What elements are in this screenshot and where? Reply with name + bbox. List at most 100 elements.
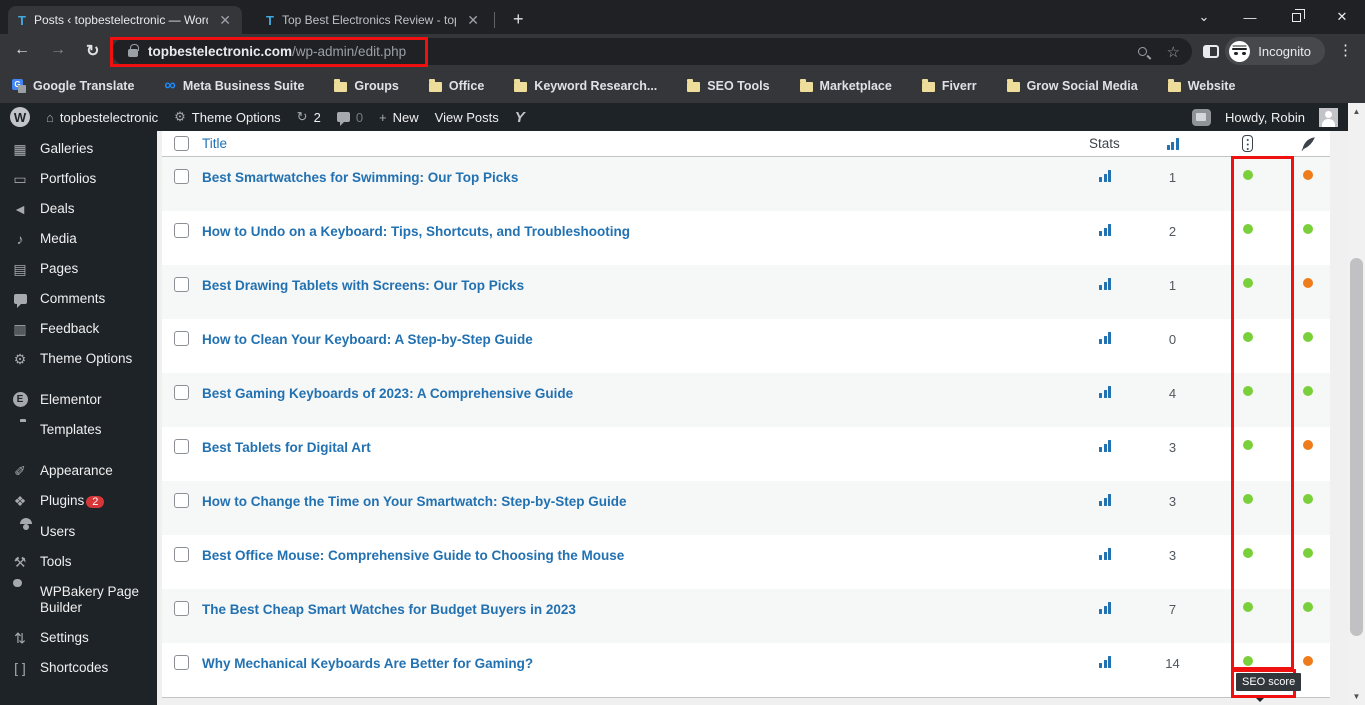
select-all-checkbox[interactable] (174, 136, 189, 151)
sidebar-item-label: Elementor (40, 392, 102, 407)
column-header-readability[interactable] (1285, 136, 1330, 152)
stats-cell[interactable] (1075, 373, 1135, 427)
post-title-link[interactable]: How to Clean Your Keyboard: A Step-by-St… (202, 319, 1075, 373)
row-checkbox[interactable] (174, 331, 189, 346)
sidebar-item-galleries[interactable]: ▦ Galleries (0, 134, 157, 164)
sidebar-item-templates[interactable]: Templates (0, 415, 157, 445)
stats-cell[interactable] (1075, 319, 1135, 373)
sidebar-item-appearance[interactable]: ✐ Appearance (0, 456, 157, 486)
post-title-link[interactable]: How to Change the Time on Your Smartwatc… (202, 481, 1075, 535)
bookmark-star-icon[interactable]: ☆ (1167, 43, 1180, 61)
column-header-stats[interactable]: Stats (1075, 136, 1135, 151)
sidebar-item-wpbakery-page-builder[interactable]: WPBakery Page Builder (0, 577, 157, 623)
browser-menu-icon[interactable]: ⋮ (1338, 41, 1353, 59)
post-title-link[interactable]: Best Office Mouse: Comprehensive Guide t… (202, 535, 1075, 589)
bookmark-item[interactable]: Office (428, 79, 484, 93)
sidebar-item-media[interactable]: ♪ Media (0, 224, 157, 254)
stats-cell[interactable] (1075, 211, 1135, 265)
zoom-icon[interactable] (1137, 47, 1147, 56)
close-tab-icon[interactable]: ✕ (464, 12, 482, 29)
close-window-button[interactable]: ✕ (1319, 9, 1365, 25)
updates-menu[interactable]: ↻ 2 (297, 109, 321, 125)
row-checkbox[interactable] (174, 277, 189, 292)
chat-icon[interactable] (1192, 108, 1212, 126)
row-checkbox[interactable] (174, 547, 189, 562)
row-checkbox[interactable] (174, 601, 189, 616)
sidebar-item-feedback[interactable]: ▥ Feedback (0, 314, 157, 344)
site-name-menu[interactable]: ⌂ topbestelectronic (46, 110, 158, 125)
row-checkbox[interactable] (174, 439, 189, 454)
restore-button[interactable] (1273, 9, 1319, 25)
sidebar-item-pages[interactable]: ▤ Pages (0, 254, 157, 284)
tab-site-preview[interactable]: T Top Best Electronics Review - top ✕ (256, 6, 490, 34)
stats-cell[interactable] (1075, 535, 1135, 589)
address-bar[interactable]: topbestelectronic.com/wp-admin/edit.php … (112, 38, 1192, 65)
post-row: Why Mechanical Keyboards Are Better for … (162, 643, 1330, 697)
post-title-link[interactable]: Why Mechanical Keyboards Are Better for … (202, 643, 1075, 697)
sidebar-item-elementor[interactable]: E Elementor (0, 385, 157, 415)
column-header-views[interactable] (1135, 137, 1210, 150)
stats-cell[interactable] (1075, 643, 1135, 697)
sidebar-item-plugins[interactable]: ❖ Plugins 2 (0, 486, 157, 517)
readability-cell (1285, 319, 1330, 373)
stats-cell[interactable] (1075, 265, 1135, 319)
column-header-title[interactable]: Title (202, 136, 1075, 151)
scroll-down-arrow-icon[interactable]: ▼ (1348, 688, 1365, 705)
sidebar-item-deals[interactable]: ◄ Deals (0, 194, 157, 224)
bookmark-item[interactable]: Grow Social Media (1006, 79, 1138, 93)
sidebar-item-users[interactable]: Users (0, 517, 157, 547)
row-checkbox[interactable] (174, 493, 189, 508)
forward-button[interactable]: → (50, 41, 66, 59)
seo-score-dot (1242, 494, 1253, 504)
bookmark-item[interactable]: Website (1167, 79, 1235, 93)
scroll-up-arrow-icon[interactable]: ▲ (1348, 103, 1365, 120)
scrollbar-thumb[interactable] (1350, 258, 1363, 636)
post-title-link[interactable]: How to Undo on a Keyboard: Tips, Shortcu… (202, 211, 1075, 265)
row-checkbox[interactable] (174, 655, 189, 670)
bookmark-item[interactable]: Marketplace (799, 79, 892, 93)
yoast-menu[interactable]: Y (515, 109, 525, 126)
row-checkbox[interactable] (174, 169, 189, 184)
sidebar-item-portfolios[interactable]: ▭ Portfolios (0, 164, 157, 194)
sidebar-item-comments[interactable]: Comments (0, 284, 157, 314)
tab-search-chevron-icon[interactable]: ⌄ (1181, 9, 1227, 25)
sidebar-item-theme-options[interactable]: ⚙ Theme Options (0, 344, 157, 374)
column-header-seo[interactable] (1210, 135, 1285, 152)
sidebar-item-settings[interactable]: ⇅ Settings (0, 623, 157, 653)
stats-cell[interactable] (1075, 427, 1135, 481)
stats-cell[interactable] (1075, 481, 1135, 535)
post-title-link[interactable]: The Best Cheap Smart Watches for Budget … (202, 589, 1075, 643)
bookmark-item[interactable]: Groups (334, 79, 399, 93)
new-content-menu[interactable]: + New (379, 110, 419, 125)
reload-button[interactable]: ↻ (86, 41, 99, 61)
avatar[interactable] (1319, 107, 1338, 127)
wp-logo-menu[interactable]: W (10, 107, 30, 127)
post-title-link[interactable]: Best Drawing Tablets with Screens: Our T… (202, 265, 1075, 319)
stats-cell[interactable] (1075, 157, 1135, 211)
bookmark-item[interactable]: SEO Tools (687, 79, 770, 93)
lock-icon[interactable] (128, 44, 139, 57)
sidebar-item-shortcodes[interactable]: [ ] Shortcodes (0, 653, 157, 683)
comments-menu[interactable]: 0 (336, 110, 363, 126)
vertical-scrollbar[interactable]: ▲ ▼ (1348, 103, 1365, 705)
bookmark-item[interactable]: ∞ Meta Business Suite (164, 78, 304, 94)
stats-cell[interactable] (1075, 589, 1135, 643)
row-checkbox[interactable] (174, 385, 189, 400)
theme-options-menu[interactable]: ⚙ Theme Options (174, 109, 281, 125)
howdy-account-menu[interactable]: Howdy, Robin (1225, 110, 1305, 125)
minimize-button[interactable]: — (1227, 10, 1273, 25)
back-button[interactable]: ← (14, 41, 30, 59)
post-title-link[interactable]: Best Gaming Keyboards of 2023: A Compreh… (202, 373, 1075, 427)
bookmark-item[interactable]: Fiverr (921, 79, 977, 93)
bookmark-item[interactable]: Google Translate (12, 79, 134, 93)
new-tab-button[interactable]: + (505, 9, 532, 30)
bookmark-item[interactable]: Keyword Research... (514, 79, 657, 93)
post-title-link[interactable]: Best Smartwatches for Swimming: Our Top … (202, 157, 1075, 211)
sidebar-item-tools[interactable]: ⚒ Tools (0, 547, 157, 577)
close-tab-icon[interactable]: ✕ (216, 12, 234, 29)
post-title-link[interactable]: Best Tablets for Digital Art (202, 427, 1075, 481)
tab-posts[interactable]: T Posts ‹ topbestelectronic — Word ✕ (8, 6, 242, 34)
side-panel-icon[interactable] (1203, 45, 1219, 58)
row-checkbox[interactable] (174, 223, 189, 238)
view-posts-menu[interactable]: View Posts (435, 110, 499, 125)
